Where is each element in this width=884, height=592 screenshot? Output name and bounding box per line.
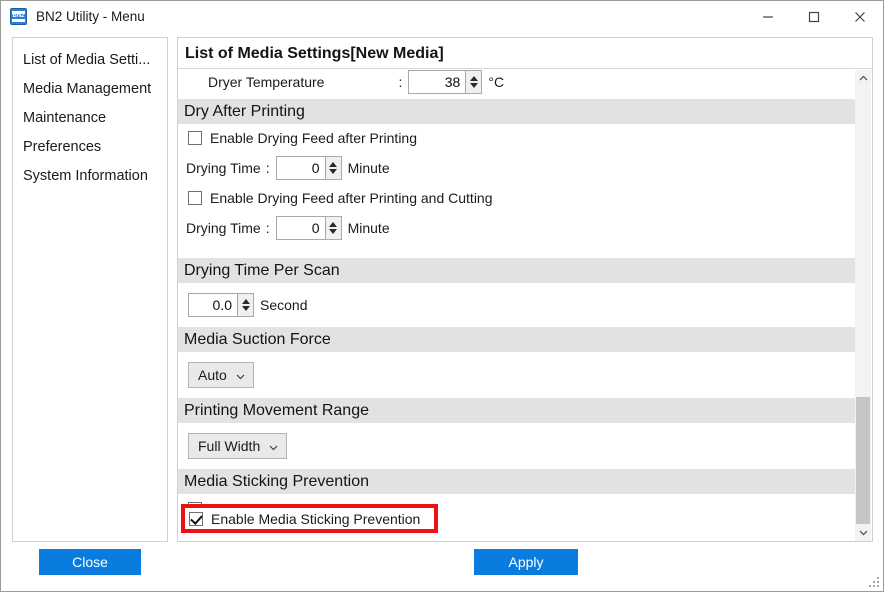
section-drying-time-per-scan: Drying Time Per Scan <box>178 258 855 283</box>
window-controls <box>745 1 883 32</box>
drying-time-per-scan-input[interactable]: 0.0 <box>188 293 238 317</box>
enable-media-sticking-prevention-checkbox-highlighted[interactable] <box>189 511 203 526</box>
scrollbar-thumb[interactable] <box>856 397 870 524</box>
row-dryer-temperature: Dryer Temperature : 38 °C <box>178 69 855 99</box>
printing-movement-range-dropdown[interactable]: Full Width <box>188 433 288 459</box>
drying-time-2-unit: Minute <box>347 220 390 236</box>
drying-time-2-colon: : <box>265 220 270 236</box>
row-printing-movement-range: Full Width <box>178 423 855 469</box>
resize-grip[interactable] <box>866 574 879 587</box>
media-suction-force-dropdown[interactable]: Auto <box>188 362 254 388</box>
sidebar-item-preferences[interactable]: Preferences <box>13 133 167 162</box>
sidebar-item-label: System Information <box>23 168 148 184</box>
close-button[interactable]: Close <box>39 549 141 575</box>
dryer-temperature-unit: °C <box>488 74 505 90</box>
dryer-temperature-stepper[interactable]: 38 <box>408 70 483 94</box>
enable-drying-feed-after-printing-label: Enable Drying Feed after Printing <box>210 130 417 146</box>
chevron-down-icon <box>236 367 245 383</box>
row-media-suction-force: Auto <box>178 352 855 398</box>
drying-time-per-scan-spin-buttons[interactable] <box>238 293 254 317</box>
section-media-sticking-prevention: Media Sticking Prevention <box>178 469 855 494</box>
sidebar-item-list-of-media-settings[interactable]: List of Media Setti... <box>13 46 167 75</box>
dryer-temperature-input[interactable]: 38 <box>408 70 467 94</box>
drying-time-1-colon: : <box>265 160 270 176</box>
media-suction-force-value: Auto <box>198 367 227 383</box>
page-title: List of Media Settings[New Media] <box>178 38 872 69</box>
drying-time-1-label: Drying Time <box>186 160 261 176</box>
close-icon[interactable] <box>837 1 883 32</box>
spin-down-icon[interactable] <box>329 169 338 174</box>
drying-time-1-unit: Minute <box>347 160 390 176</box>
section-printing-movement-range: Printing Movement Range <box>178 398 855 423</box>
dryer-temperature-label: Dryer Temperature <box>208 74 325 90</box>
sidebar-item-label: List of Media Setti... <box>23 52 151 68</box>
section-dry-after-printing: Dry After Printing <box>178 99 855 124</box>
enable-media-sticking-prevention-label-highlighted: Enable Media Sticking Prevention <box>211 510 421 527</box>
spin-down-icon[interactable] <box>241 306 250 311</box>
minimize-icon[interactable] <box>745 1 791 32</box>
scroll-down-icon[interactable] <box>855 525 871 541</box>
settings-list: Dryer Temperature : 38 °C Dry After Prin… <box>178 69 855 541</box>
dryer-temperature-spin-buttons[interactable] <box>466 70 483 94</box>
drying-time-1-input[interactable]: 0 <box>275 156 326 180</box>
spin-up-icon[interactable] <box>241 299 250 304</box>
drying-time-2-spin-buttons[interactable] <box>325 216 342 240</box>
row-drying-time-per-scan: 0.0 Second <box>178 283 855 327</box>
sidebar-item-media-management[interactable]: Media Management <box>13 75 167 104</box>
title-bar: BN2 BN2 Utility - Menu <box>1 1 883 32</box>
app-icon-label: BN2 <box>12 13 25 19</box>
row-enable-drying-feed-after-printing[interactable]: Enable Drying Feed after Printing <box>178 124 855 152</box>
vertical-scrollbar[interactable] <box>855 70 871 541</box>
spin-up-icon[interactable] <box>329 222 338 227</box>
main-panel: List of Media Settings[New Media] Dryer … <box>177 37 873 542</box>
enable-drying-feed-after-printing-checkbox[interactable] <box>188 131 202 145</box>
sidebar-item-maintenance[interactable]: Maintenance <box>13 104 167 133</box>
highlight-annotation: Enable Media Sticking Prevention <box>181 504 438 533</box>
drying-time-per-scan-unit: Second <box>260 297 308 313</box>
spin-down-icon[interactable] <box>469 83 478 88</box>
row-drying-time-2: Drying Time : 0 Minute <box>178 212 855 244</box>
enable-drying-feed-after-printing-and-cutting-checkbox[interactable] <box>188 191 202 205</box>
sidebar-item-label: Media Management <box>23 81 152 97</box>
enable-drying-feed-after-printing-and-cutting-label: Enable Drying Feed after Printing and Cu… <box>210 190 493 206</box>
sidebar-item-system-information[interactable]: System Information <box>13 162 167 191</box>
row-drying-time-1: Drying Time : 0 Minute <box>178 152 855 184</box>
settings-scroll-area: Dryer Temperature : 38 °C Dry After Prin… <box>178 69 872 541</box>
sidebar-item-label: Preferences <box>23 139 102 155</box>
app-window: BN2 BN2 Utility - Menu List of Media Set… <box>0 0 884 592</box>
highlight-content: Enable Media Sticking Prevention <box>185 508 434 529</box>
spin-up-icon[interactable] <box>469 76 478 81</box>
spin-up-icon[interactable] <box>329 162 338 167</box>
row-enable-drying-feed-after-printing-and-cutting[interactable]: Enable Drying Feed after Printing and Cu… <box>178 184 855 212</box>
section-media-suction-force: Media Suction Force <box>178 327 855 352</box>
maximize-icon[interactable] <box>791 1 837 32</box>
chevron-down-icon <box>269 438 278 454</box>
drying-time-1-spin-buttons[interactable] <box>325 156 342 180</box>
spin-down-icon[interactable] <box>329 229 338 234</box>
sidebar-item-label: Maintenance <box>23 110 107 126</box>
drying-time-2-label: Drying Time <box>186 220 261 236</box>
drying-time-2-input[interactable]: 0 <box>275 216 326 240</box>
app-icon: BN2 <box>10 8 27 25</box>
drying-time-2-stepper[interactable]: 0 <box>275 216 342 240</box>
scroll-up-icon[interactable] <box>855 70 871 86</box>
apply-button[interactable]: Apply <box>474 549 578 575</box>
drying-time-per-scan-stepper[interactable]: 0.0 <box>188 293 254 317</box>
window-title: BN2 Utility - Menu <box>36 9 145 24</box>
sidebar: List of Media Setti... Media Management … <box>12 37 168 542</box>
dryer-temperature-colon: : <box>398 74 403 90</box>
printing-movement-range-value: Full Width <box>198 438 261 454</box>
drying-time-1-stepper[interactable]: 0 <box>275 156 342 180</box>
